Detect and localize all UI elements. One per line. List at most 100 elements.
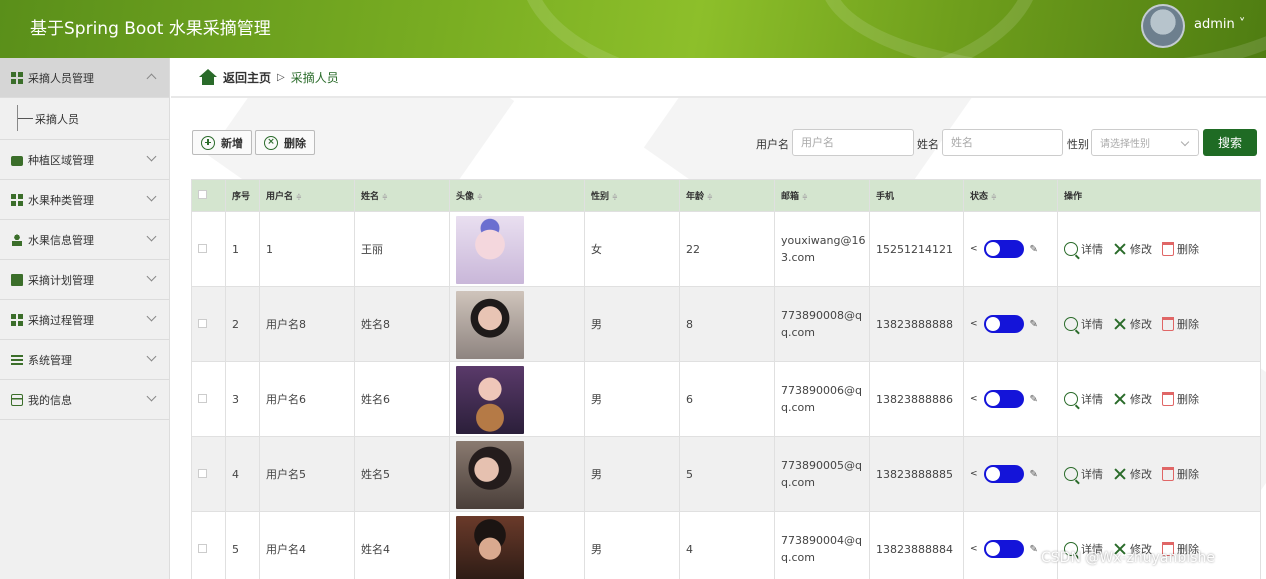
email-line: 773890005@q [781, 459, 862, 472]
sidebar-item-picking-process[interactable]: 采摘过程管理 [0, 300, 169, 340]
trash-icon [1162, 392, 1174, 406]
column-header[interactable]: 用户名 ≑ [259, 179, 355, 212]
share-icon[interactable]: < [970, 469, 978, 479]
edit-button[interactable]: 修改 [1113, 241, 1152, 257]
sidebar-item-system[interactable]: 系统管理 [0, 340, 169, 380]
email-line: youxiwang@16 [781, 234, 866, 247]
delete-row-button[interactable]: 删除 [1162, 241, 1199, 257]
sidebar-item-fruit-type[interactable]: 水果种类管理 [0, 180, 169, 220]
toggle-knob [985, 542, 1000, 556]
email-cell: 773890005@q q.com [774, 436, 870, 512]
select-all-cell[interactable] [191, 179, 226, 212]
row-checkbox[interactable] [198, 318, 207, 328]
share-icon[interactable]: < [970, 394, 978, 404]
delete-button[interactable]: × 删除 [255, 130, 315, 155]
sort-icon[interactable]: ≑ [382, 193, 388, 201]
status-toggle[interactable] [983, 390, 1024, 408]
row-select-cell[interactable] [191, 511, 226, 579]
row-select-cell[interactable] [191, 286, 226, 362]
trash-icon [1162, 467, 1174, 481]
row-checkbox[interactable] [198, 393, 207, 403]
search-button[interactable]: 搜索 [1203, 129, 1257, 156]
sort-icon[interactable]: ≑ [296, 193, 302, 201]
add-button[interactable]: 新增 [192, 130, 252, 155]
age-cell: 22 [679, 211, 775, 287]
chevron-down-icon [1180, 137, 1190, 147]
detail-button[interactable]: 详情 [1064, 316, 1103, 332]
column-header: 操作 [1057, 179, 1261, 212]
share-icon[interactable]: < [970, 319, 978, 329]
pencil-icon[interactable]: ✎ [1030, 469, 1038, 480]
top-header: 基于Spring Boot 水果采摘管理 admin ˅ [0, 0, 1266, 58]
bars-icon [11, 353, 23, 366]
username-cell: 用户名4 [259, 511, 355, 579]
sidebar-item-label: 采摘计划管理 [28, 273, 94, 287]
table-row: 3 用户名6 姓名6 男 6 773890006@q q.com 13823888886 < ✎ 详… [191, 361, 1261, 437]
column-header[interactable]: 年龄 ≑ [679, 179, 775, 212]
chevron-down-icon [146, 151, 157, 162]
status-toggle[interactable] [983, 465, 1024, 483]
home-icon[interactable] [199, 69, 217, 85]
sidebar-item-picking-plan[interactable]: 采摘计划管理 [0, 260, 169, 300]
sidebar-item-picker-management[interactable]: 采摘人员管理 [0, 58, 169, 98]
email-line: q.com [781, 326, 815, 339]
column-header[interactable]: 邮箱 ≑ [774, 179, 870, 212]
row-select-cell[interactable] [191, 436, 226, 512]
user-avatar[interactable] [1141, 4, 1185, 48]
detail-button[interactable]: 详情 [1064, 391, 1103, 407]
pencil-icon[interactable]: ✎ [1030, 544, 1038, 555]
sort-icon[interactable]: ≑ [991, 193, 997, 201]
gender-cell: 男 [584, 361, 680, 437]
user-menu[interactable]: admin ˅ [1194, 17, 1245, 32]
delete-row-button[interactable]: 删除 [1162, 391, 1199, 407]
sidebar-subitem-pickers[interactable]: 采摘人员 [0, 98, 169, 140]
share-icon[interactable]: < [970, 544, 978, 554]
sort-icon[interactable]: ≑ [802, 193, 808, 201]
tools-icon [1113, 242, 1127, 256]
status-toggle[interactable] [983, 315, 1024, 333]
detail-button[interactable]: 详情 [1064, 466, 1103, 482]
sidebar-item-planting-area[interactable]: 种植区域管理 [0, 140, 169, 180]
avatar-cell [449, 436, 585, 512]
sidebar-item-my-info[interactable]: 我的信息 [0, 380, 169, 420]
edit-button[interactable]: 修改 [1113, 466, 1152, 482]
gender-cell: 男 [584, 511, 680, 579]
select-all-checkbox[interactable] [198, 189, 207, 199]
pencil-icon[interactable]: ✎ [1030, 244, 1038, 255]
gender-select[interactable]: 请选择性别 [1091, 129, 1199, 156]
phone-cell: 13823888888 [869, 286, 964, 362]
username-search-input[interactable] [792, 129, 914, 156]
edit-button[interactable]: 修改 [1113, 316, 1152, 332]
status-toggle[interactable] [983, 540, 1024, 558]
pencil-icon[interactable]: ✎ [1030, 394, 1038, 405]
table-header-row: 序号 用户名 ≑ 姓名 ≑ 头像 ≑ 性别 ≑ 年龄 ≑ 邮箱 ≑ 手机 状态 ≑ 操作 [191, 179, 1261, 212]
sort-icon[interactable]: ≑ [477, 193, 483, 201]
share-icon[interactable]: < [970, 244, 978, 254]
name-search-input[interactable] [942, 129, 1063, 156]
status-toggle[interactable] [983, 240, 1024, 258]
row-checkbox[interactable] [198, 243, 207, 253]
edit-button[interactable]: 修改 [1113, 391, 1152, 407]
status-cell: < ✎ [963, 511, 1058, 579]
pencil-icon[interactable]: ✎ [1030, 319, 1038, 330]
username-cell: 用户名5 [259, 436, 355, 512]
sort-icon[interactable]: ≑ [707, 193, 713, 201]
magnifier-icon [1064, 242, 1078, 256]
column-header[interactable]: 姓名 ≑ [354, 179, 450, 212]
column-header[interactable]: 性别 ≑ [584, 179, 680, 212]
delete-row-button[interactable]: 删除 [1162, 316, 1199, 332]
row-checkbox[interactable] [198, 468, 207, 478]
email-line: q.com [781, 401, 815, 414]
breadcrumb-home[interactable]: 返回主页 [223, 69, 271, 86]
delete-row-button[interactable]: 删除 [1162, 466, 1199, 482]
grid-icon [11, 193, 23, 206]
column-header[interactable]: 状态 ≑ [963, 179, 1058, 212]
detail-button[interactable]: 详情 [1064, 241, 1103, 257]
row-checkbox[interactable] [198, 543, 207, 553]
row-select-cell[interactable] [191, 361, 226, 437]
column-header[interactable]: 头像 ≑ [449, 179, 585, 212]
sidebar-item-fruit-info[interactable]: 水果信息管理 [0, 220, 169, 260]
row-select-cell[interactable] [191, 211, 226, 287]
chevron-down-icon [146, 311, 157, 322]
sort-icon[interactable]: ≑ [612, 193, 618, 201]
